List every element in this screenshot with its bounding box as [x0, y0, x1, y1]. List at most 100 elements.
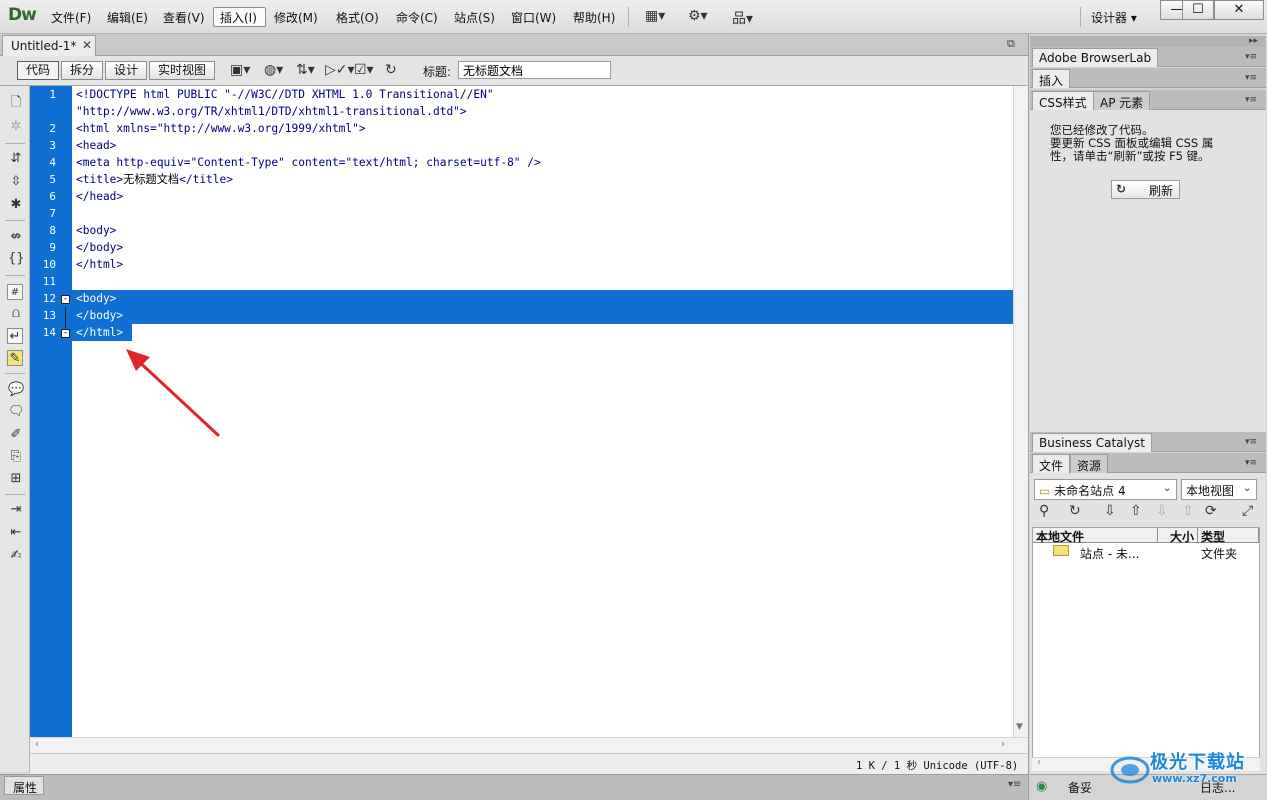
word-wrap-icon[interactable]: ↵ [7, 328, 23, 344]
file-row-name[interactable]: 站点 - 未... [1080, 545, 1139, 562]
chevron-left-icon[interactable]: ‹ [35, 739, 39, 750]
close-window-button[interactable]: ✕ [1214, 0, 1264, 20]
code-line: <head> [76, 139, 117, 152]
move-css-icon[interactable]: ⊞ [8, 471, 24, 487]
column-type[interactable]: 类型 [1198, 528, 1259, 544]
selection-highlight [72, 307, 1013, 324]
dreamweaver-logo: Dw [8, 5, 37, 25]
extend-gear-icon[interactable]: ⚙▾ [688, 8, 708, 24]
menu-edit[interactable]: 编辑(E) [107, 9, 148, 26]
code-line: <title>无标题文档</title> [76, 171, 233, 188]
expand-panel-icon[interactable]: ⤢ [1242, 503, 1253, 519]
properties-tab[interactable]: 属性 [4, 776, 44, 795]
code-line: <meta http-equiv="Content-Type" content=… [76, 156, 541, 169]
editor-horizontal-scrollbar[interactable] [30, 737, 1028, 753]
chevron-down-icon[interactable]: ▼ [1016, 722, 1023, 732]
column-size[interactable]: 大小 [1158, 528, 1198, 544]
files-table [1032, 527, 1260, 771]
show-code-navigator-icon[interactable]: ✲ [8, 119, 24, 135]
restore-window-icon[interactable]: ⧉ [1007, 37, 1015, 51]
connect-icon[interactable]: ⚲ [1039, 503, 1049, 519]
chevron-right-icon[interactable]: › [1001, 739, 1005, 750]
layout-icon[interactable]: ▦▾ [645, 8, 665, 24]
remove-comment-icon[interactable]: 🗨 [8, 404, 25, 420]
panel-menu-icon[interactable]: ▾≡ [1245, 458, 1257, 468]
refresh-files-icon[interactable]: ↻ [1069, 503, 1081, 519]
menu-help[interactable]: 帮助(H) [573, 9, 615, 26]
line-number: 7 [49, 207, 56, 220]
get-files-icon[interactable]: ⇩ [1104, 503, 1116, 519]
balance-braces-icon[interactable]: {} [8, 251, 25, 267]
expand-all-icon[interactable]: ✱ [8, 197, 24, 213]
recent-snippets-icon[interactable]: ⎘ [8, 449, 24, 465]
synchronize-icon[interactable]: ⟳ [1205, 503, 1217, 519]
panel-menu-icon[interactable]: ▾≡ [1245, 437, 1257, 447]
menu-file[interactable]: 文件(F) [51, 9, 91, 26]
outdent-code-icon[interactable]: ⇤ [8, 525, 24, 541]
close-tab-icon[interactable]: ✕ [82, 38, 92, 52]
menu-site[interactable]: 站点(S) [454, 9, 495, 26]
refresh-design-icon[interactable]: ↻ [385, 62, 397, 78]
format-source-icon[interactable]: ✍ [8, 548, 24, 564]
multiscreen-icon[interactable]: ▣▾ [230, 62, 250, 78]
menu-window[interactable]: 窗口(W) [511, 9, 556, 26]
site-map-icon[interactable]: 品▾ [732, 8, 753, 28]
put-files-icon[interactable]: ⇧ [1130, 503, 1142, 519]
open-documents-icon[interactable]: 🗋 [8, 95, 24, 111]
editor-vertical-scrollbar[interactable] [1013, 86, 1028, 737]
code-line-selected: <body> [76, 292, 117, 305]
menu-modify[interactable]: 修改(M) [274, 9, 318, 26]
site-select[interactable]: ▭ 未命名站点 4 [1034, 479, 1177, 500]
select-parent-tag-icon[interactable]: ⇎ [8, 229, 24, 245]
indent-code-icon[interactable]: ⇥ [8, 502, 24, 518]
w3c-validation-icon[interactable]: ▷✓▾ [325, 62, 355, 78]
menu-view[interactable]: 查看(V) [163, 9, 205, 26]
workspace-switcher[interactable]: 设计器 ▾ [1091, 9, 1137, 26]
chevron-left-icon[interactable]: ‹ [1037, 757, 1041, 768]
line-number: 2 [49, 122, 56, 135]
collapse-selection-icon[interactable]: ⇳ [8, 174, 24, 190]
menu-insert[interactable]: 插入(I) [220, 9, 257, 26]
menu-commands[interactable]: 命令(C) [396, 9, 438, 26]
ap-elements-tab[interactable]: AP 元素 [1093, 91, 1151, 110]
files-tab[interactable]: 文件 [1032, 454, 1071, 473]
highlight-invalid-code-icon[interactable]: ⩍ [8, 306, 24, 322]
menu-format[interactable]: 格式(O) [336, 9, 379, 26]
title-input[interactable] [458, 61, 611, 79]
line-number: 1 [49, 88, 56, 101]
fold-collapse-icon[interactable]: - [61, 329, 70, 338]
check-browser-icon[interactable]: ☑▾ [354, 62, 374, 78]
properties-panel-bar [0, 774, 1028, 800]
apply-comment-icon[interactable]: 💬 [8, 382, 24, 398]
panel-menu-icon[interactable]: ▾≡ [1245, 73, 1257, 83]
collapse-panels-icon[interactable]: ▸▸ [1249, 36, 1258, 46]
preview-browser-icon[interactable]: ◍▾ [264, 62, 283, 78]
business-catalyst-tab[interactable]: Business Catalyst [1032, 433, 1152, 452]
panel-menu-icon[interactable]: ▾≡ [1245, 52, 1257, 62]
line-number: 12 [42, 292, 56, 305]
split-view-button[interactable]: 拆分 [61, 61, 103, 80]
code-line: <html xmlns="http://www.w3.org/1999/xhtm… [76, 122, 366, 135]
live-view-button[interactable]: 实时视图 [149, 61, 215, 80]
title-label: 标题: [423, 65, 452, 79]
column-local-files[interactable]: 本地文件 [1033, 528, 1158, 544]
assets-tab[interactable]: 资源 [1070, 454, 1109, 473]
syntax-coloring-icon[interactable]: ✎ [7, 350, 23, 366]
panel-menu-icon[interactable]: ▾≡ [1245, 95, 1257, 105]
code-view-button[interactable]: 代码 [17, 61, 59, 80]
panel-menu-icon[interactable]: ▾≡ [1008, 779, 1021, 790]
insert-tab[interactable]: 插入 [1032, 69, 1071, 88]
fold-collapse-icon[interactable]: - [61, 295, 70, 304]
css-styles-tab[interactable]: CSS样式 [1032, 91, 1094, 110]
design-view-button[interactable]: 设计 [105, 61, 147, 80]
check-in-icon[interactable]: ⇧ [1182, 503, 1194, 519]
maximize-button[interactable]: ☐ [1182, 0, 1214, 20]
check-out-icon[interactable]: ⇩ [1156, 503, 1168, 519]
line-numbers-icon[interactable]: # [7, 284, 23, 300]
file-management-icon[interactable]: ⇅▾ [296, 62, 315, 78]
line-number: 3 [49, 139, 56, 152]
collapse-full-tag-icon[interactable]: ⇵ [8, 151, 24, 167]
code-text: 无标题文档 [123, 173, 180, 186]
wrap-tag-icon[interactable]: ✐ [8, 427, 24, 443]
browserlab-tab[interactable]: Adobe BrowserLab [1032, 48, 1159, 67]
